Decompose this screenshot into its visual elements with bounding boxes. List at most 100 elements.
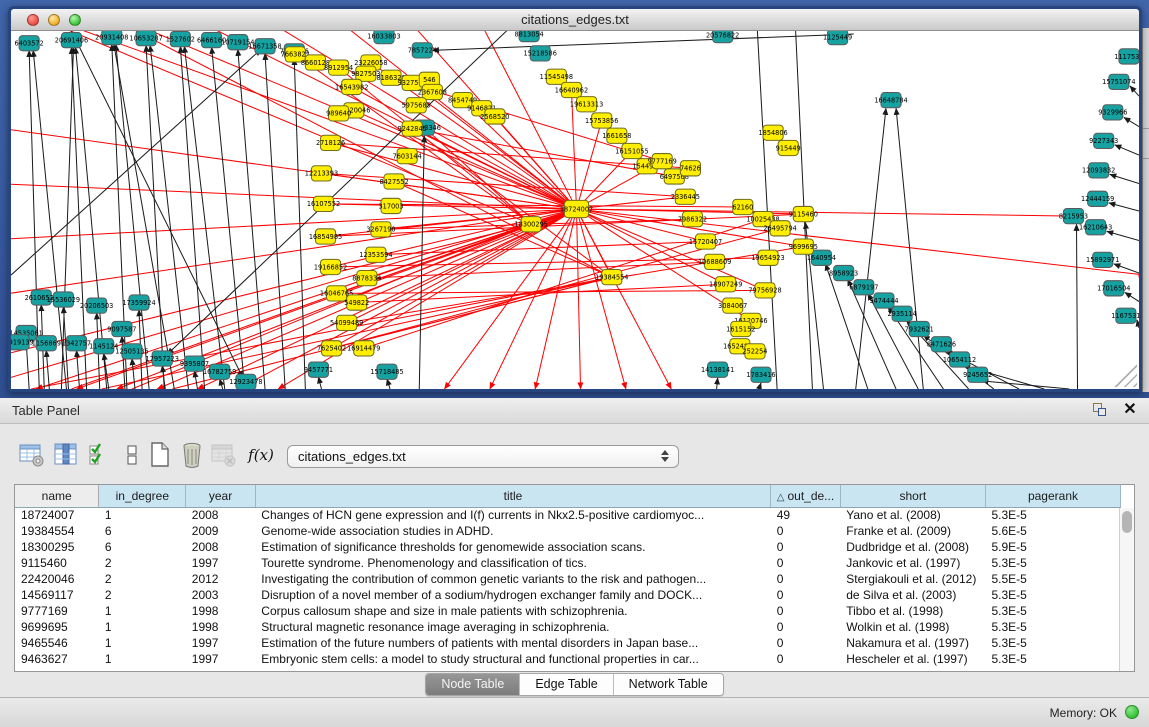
graph-node[interactable]: 7603144 bbox=[393, 148, 422, 163]
cell-in_degree[interactable]: 1 bbox=[99, 651, 186, 667]
cell-title[interactable]: Structural magnetic resonance image aver… bbox=[255, 619, 770, 635]
graph-node[interactable]: 1854806 bbox=[758, 125, 787, 140]
graph-node[interactable]: 8427552 bbox=[379, 174, 408, 189]
graph-edge[interactable] bbox=[757, 31, 777, 389]
column-header-in_degree[interactable]: in_degree bbox=[99, 485, 186, 507]
cell-pagerank[interactable]: 5.3E-5 bbox=[985, 619, 1120, 635]
cell-short[interactable]: Dudbridge et al. (2008) bbox=[840, 539, 985, 555]
graph-node[interactable]: 18724007 bbox=[560, 200, 593, 217]
graph-node[interactable]: 2336445 bbox=[671, 189, 700, 204]
graph-node[interactable]: 16151055 bbox=[615, 143, 648, 158]
graph-node[interactable]: 20931408 bbox=[95, 31, 128, 45]
graph-edge[interactable] bbox=[577, 209, 1074, 216]
new-file-icon[interactable] bbox=[146, 440, 174, 470]
network-view-window[interactable]: citations_edges.txt 64035722069140620931… bbox=[8, 6, 1142, 392]
graph-node[interactable]: 3267190 bbox=[366, 222, 395, 237]
cell-short[interactable]: Tibbo et al. (1998) bbox=[840, 603, 985, 619]
network-canvas[interactable]: 6403572206914062093140810653287152760264… bbox=[11, 31, 1139, 389]
graph-node[interactable]: 9457771 bbox=[304, 362, 333, 377]
graph-node[interactable]: 17016504 bbox=[1097, 281, 1130, 296]
float-panel-icon[interactable] bbox=[1091, 401, 1109, 419]
graph-node[interactable]: 20691406 bbox=[55, 33, 88, 48]
graph-node[interactable]: 74626 bbox=[680, 161, 701, 176]
table-row[interactable]: 1456911722003Disruption of a novel membe… bbox=[15, 587, 1121, 603]
graph-edge[interactable] bbox=[112, 44, 127, 389]
cell-year[interactable]: 1998 bbox=[186, 603, 256, 619]
graph-edge[interactable] bbox=[11, 49, 261, 275]
select-columns-icon[interactable] bbox=[86, 440, 114, 470]
graph-edge[interactable] bbox=[577, 209, 1139, 275]
column-header-pagerank[interactable]: pagerank bbox=[985, 485, 1120, 507]
graph-node[interactable]: 1125449 bbox=[823, 31, 852, 45]
graph-node[interactable]: 62160 bbox=[732, 199, 753, 214]
cell-in_degree[interactable]: 6 bbox=[99, 523, 186, 539]
table-columns-icon[interactable] bbox=[52, 440, 80, 470]
table-row[interactable]: 969969511998Structural magnetic resonanc… bbox=[15, 619, 1121, 635]
graph-node[interactable]: 1527602 bbox=[166, 32, 195, 47]
network-graph[interactable]: 6403572206914062093140810653287152760264… bbox=[11, 31, 1139, 389]
graph-node[interactable]: 2718126 bbox=[316, 135, 345, 150]
cell-pagerank[interactable]: 5.3E-5 bbox=[985, 603, 1120, 619]
graph-node[interactable]: 15718485 bbox=[370, 364, 403, 379]
graph-node[interactable]: 8813054 bbox=[515, 31, 544, 42]
graph-node[interactable]: 7625402 bbox=[317, 341, 346, 356]
graph-node[interactable]: 3084067 bbox=[718, 298, 747, 313]
table-select[interactable]: citations_edges.txt bbox=[287, 445, 679, 468]
graph-edge[interactable] bbox=[332, 277, 612, 348]
graph-node[interactable]: 9777169 bbox=[648, 154, 677, 169]
graph-node[interactable]: 1661658 bbox=[602, 128, 631, 143]
cell-pagerank[interactable]: 5.3E-5 bbox=[985, 555, 1120, 571]
cell-pagerank[interactable]: 5.3E-5 bbox=[985, 587, 1120, 603]
graph-edge[interactable] bbox=[220, 379, 223, 389]
cell-title[interactable]: Tourette syndrome. Phenomenology and cla… bbox=[255, 555, 770, 571]
table-row[interactable]: 911546021997Tourette syndrome. Phenomeno… bbox=[15, 555, 1121, 571]
graph-edge[interactable] bbox=[1115, 145, 1139, 155]
graph-node[interactable]: 15720407 bbox=[689, 234, 722, 249]
cell-out_degree[interactable]: 0 bbox=[771, 539, 841, 555]
cell-year[interactable]: 1997 bbox=[186, 635, 256, 651]
cell-year[interactable]: 2008 bbox=[186, 507, 256, 523]
rows-icon[interactable] bbox=[118, 440, 146, 470]
graph-edge[interactable] bbox=[412, 129, 576, 209]
graph-edge[interactable] bbox=[577, 209, 581, 389]
graph-edge[interactable] bbox=[212, 47, 245, 389]
graph-node[interactable]: 12505135 bbox=[115, 344, 148, 359]
graph-edge[interactable] bbox=[1077, 224, 1078, 389]
cell-short[interactable]: Stergiakouli et al. (2012) bbox=[840, 571, 985, 587]
graph-node[interactable]: 1342757 bbox=[62, 336, 91, 351]
graph-edge[interactable] bbox=[1137, 320, 1139, 328]
table-scrollbar[interactable] bbox=[1119, 508, 1134, 672]
graph-edge[interactable] bbox=[376, 242, 706, 255]
graph-node[interactable]: 19654923 bbox=[751, 250, 784, 265]
function-icon[interactable]: f(x) bbox=[244, 440, 278, 470]
tab-network-table[interactable]: Network Table bbox=[613, 674, 723, 695]
table-row[interactable]: 1830029562008Estimation of significance … bbox=[15, 539, 1121, 555]
graph-node[interactable]: 12093832 bbox=[1082, 163, 1115, 178]
cell-out_degree[interactable]: 0 bbox=[771, 651, 841, 667]
graph-edge[interactable] bbox=[11, 224, 531, 356]
cell-title[interactable]: Disruption of a novel member of a sodium… bbox=[255, 587, 770, 603]
cell-year[interactable]: 2003 bbox=[186, 587, 256, 603]
graph-node[interactable]: 2568520 bbox=[480, 109, 509, 124]
graph-node[interactable]: 8958923 bbox=[829, 265, 858, 280]
cell-short[interactable]: Yano et al. (2008) bbox=[840, 507, 985, 523]
cell-pagerank[interactable]: 5.3E-5 bbox=[985, 651, 1120, 667]
graph-node[interactable]: 14138141 bbox=[701, 362, 734, 377]
graph-node[interactable]: 1156869 bbox=[32, 336, 61, 351]
graph-node[interactable]: 5975685 bbox=[402, 98, 431, 113]
cell-name[interactable]: 22420046 bbox=[15, 571, 99, 587]
graph-node[interactable]: 252254 bbox=[742, 344, 767, 359]
tab-edge-table[interactable]: Edge Table bbox=[519, 674, 612, 695]
cell-out_degree[interactable]: 0 bbox=[771, 571, 841, 587]
cell-in_degree[interactable]: 1 bbox=[99, 635, 186, 651]
graph-node[interactable]: 19166852 bbox=[314, 259, 347, 274]
graph-node[interactable]: 989640 bbox=[326, 106, 351, 121]
graph-edge[interactable] bbox=[856, 108, 886, 389]
close-panel-icon[interactable]: ✕ bbox=[1121, 401, 1139, 419]
graph-node[interactable]: 12444159 bbox=[1081, 191, 1114, 206]
cell-name[interactable]: 9699695 bbox=[15, 619, 99, 635]
graph-node[interactable]: 317003 bbox=[379, 198, 404, 213]
graph-node[interactable]: 1615152 bbox=[726, 321, 755, 336]
cell-in_degree[interactable]: 6 bbox=[99, 539, 186, 555]
cell-year[interactable]: 1997 bbox=[186, 555, 256, 571]
